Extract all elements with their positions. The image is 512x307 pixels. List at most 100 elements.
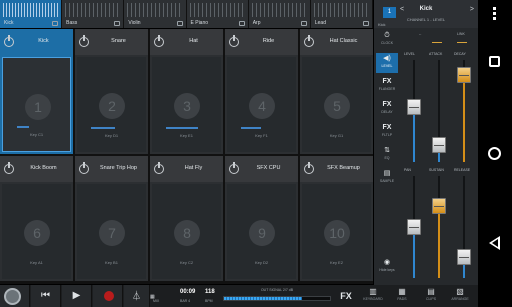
pad-trigger[interactable]: 6 Key A1 [2, 184, 71, 279]
drum-pad[interactable]: Hat 3 Key E1 [150, 29, 223, 154]
pad-header: Hat Fly [150, 156, 223, 182]
power-icon[interactable] [229, 162, 239, 174]
panel-tab-delay[interactable]: FX DELAY [376, 99, 398, 119]
track-tab-violin[interactable]: Violin [124, 0, 187, 28]
sustain-slider[interactable]: SUSTAIN [428, 168, 451, 280]
track-mute-icon[interactable] [176, 21, 183, 26]
recent-apps-icon[interactable] [489, 56, 500, 67]
rewind-button[interactable]: ⏮ [31, 285, 61, 307]
fx-button[interactable]: FX [334, 285, 358, 307]
rewind-icon: ⏮ [41, 290, 50, 301]
panel-tab-level[interactable]: ◀) LEVEL [376, 53, 398, 73]
power-icon[interactable] [229, 35, 239, 47]
panel-tab-clock[interactable]: ⏱ CLOCK [376, 30, 398, 50]
app-logo-icon [4, 288, 21, 305]
overflow-menu-icon[interactable] [493, 7, 497, 22]
drum-pad[interactable]: SFX Beamup 10 Key E2 [300, 156, 373, 281]
arrange-button[interactable]: ▧ ARRANGE [447, 287, 473, 305]
back-icon[interactable] [489, 236, 500, 250]
pad-trigger[interactable]: 1 Key C1 [2, 57, 71, 152]
pad-number: 3 [174, 93, 200, 119]
panel-tab-fltlp[interactable]: FX FLTLP [376, 122, 398, 142]
power-icon[interactable] [154, 35, 164, 47]
hide-keys-button[interactable]: ◉ Hide keys [376, 258, 398, 278]
slider-label: DECAY [454, 52, 466, 56]
power-icon[interactable] [4, 35, 14, 47]
release-slider[interactable]: RELEASE [453, 168, 476, 280]
track-tab-lead[interactable]: Lead [310, 0, 374, 28]
bar-display: BAR 4 [180, 299, 191, 303]
track-tab-kick[interactable]: Kick [0, 0, 63, 28]
pad-name: Hat Classic [329, 38, 358, 44]
power-icon[interactable] [79, 35, 89, 47]
panel-tab-eq[interactable]: ⇅ EQ [376, 145, 398, 165]
drum-pad[interactable]: Snare 2 Key D1 [75, 29, 148, 154]
drum-pad[interactable]: Snare Trip Hop 7 Key B1 [75, 156, 148, 281]
power-icon[interactable] [154, 162, 164, 174]
attack-slider[interactable]: ATTACK [428, 52, 451, 164]
clips-button[interactable]: ▤ CLIPS [418, 287, 444, 305]
next-track-icon[interactable]: > [470, 6, 474, 13]
slider-thumb[interactable] [407, 219, 421, 235]
slider-thumb[interactable] [432, 137, 446, 153]
pad-trigger[interactable]: 4 Key F1 [227, 57, 296, 152]
slider-thumb[interactable] [457, 67, 471, 83]
keyboard-button[interactable]: ▥ KEYBOARD [360, 287, 386, 305]
pad-trigger[interactable]: 10 Key E2 [302, 184, 371, 279]
panel-tab-label: CLOCK [380, 41, 394, 45]
decay-slider[interactable]: DECAY [453, 52, 476, 164]
level-slider[interactable]: LEVEL [403, 52, 426, 164]
track-mute-icon[interactable] [363, 21, 370, 26]
waveform-preview [65, 3, 121, 17]
pad-trigger[interactable]: 7 Key B1 [77, 184, 146, 279]
home-icon[interactable] [488, 147, 501, 160]
pad-key: Key C1 [29, 132, 44, 137]
drum-pad[interactable]: Hat Classic 5 Key G1 [300, 29, 373, 154]
track-header: 1 Kick < Kick CHANNEL 1 - LEVEL > [374, 0, 478, 28]
track-mute-icon[interactable] [114, 21, 121, 26]
pad-trigger[interactable]: 2 Key D1 [77, 57, 146, 152]
drum-pad[interactable]: Ride 4 Key F1 [225, 29, 298, 154]
panel-tab-sample[interactable]: ▤ SAMPLE [376, 168, 398, 188]
metronome-button[interactable]: ⏃ [124, 285, 150, 307]
drum-pad[interactable]: Kick Boom 6 Key A1 [0, 156, 73, 281]
pad-name: SFX Beamup [327, 165, 360, 171]
power-icon[interactable] [4, 162, 14, 174]
pad-name: Hat Fly [184, 165, 203, 171]
level-icon: ◀) [383, 55, 391, 62]
pad-trigger[interactable]: 8 Key C2 [152, 184, 221, 279]
panel-tab-label: FLANGER [378, 87, 396, 91]
slider-thumb[interactable] [457, 249, 471, 265]
drum-pad[interactable]: Hat Fly 8 Key C2 [150, 156, 223, 281]
track-tab-arp[interactable]: Arp [248, 0, 311, 28]
track-strip: Kick Bass Violin E Piano Arp Lead [0, 0, 374, 28]
pad-trigger[interactable]: 5 Key G1 [302, 57, 371, 152]
track-mute-icon[interactable] [300, 21, 307, 26]
pad-trigger[interactable]: 9 Key D2 [227, 184, 296, 279]
track-tab-e-piano[interactable]: E Piano [186, 0, 249, 28]
play-button[interactable]: ▶ [62, 285, 92, 307]
tempo-display[interactable]: ▦ MIX 00:09 BAR 4 118 BPM [150, 285, 220, 307]
pan-slider[interactable]: PAN [403, 168, 426, 280]
panel-tab-flanger[interactable]: FX FLANGER [376, 76, 398, 96]
slider-thumb[interactable] [432, 198, 446, 214]
track-mute-icon[interactable] [238, 21, 245, 26]
pad-header: Kick [0, 29, 73, 55]
app-menu-button[interactable] [0, 285, 30, 307]
pad-header: Snare [75, 29, 148, 55]
pad-trigger[interactable]: 3 Key E1 [152, 57, 221, 152]
slider-thumb[interactable] [407, 99, 421, 115]
pads-button[interactable]: ▦ PADS [389, 287, 415, 305]
pad-grid: Kick 1 Key C1 Snare 2 Key D1 Hat 3 Key E1 Ride 4 Ke… [0, 29, 373, 284]
drum-pad[interactable]: SFX CPU 9 Key D2 [225, 156, 298, 281]
power-icon[interactable] [304, 162, 314, 174]
mixer-controls: -- LINK LEVEL ATTACK DECAY PAN SUSTAIN RELEAS… [403, 30, 478, 307]
track-mute-icon[interactable] [52, 21, 59, 26]
power-icon[interactable] [304, 35, 314, 47]
mix-label: MIX [153, 299, 160, 303]
drum-pad[interactable]: Kick 1 Key C1 [0, 29, 73, 154]
power-icon[interactable] [79, 162, 89, 174]
track-tab-bass[interactable]: Bass [62, 0, 125, 28]
slider-fill [463, 75, 465, 162]
mixer-link-label[interactable]: LINK [457, 32, 465, 36]
